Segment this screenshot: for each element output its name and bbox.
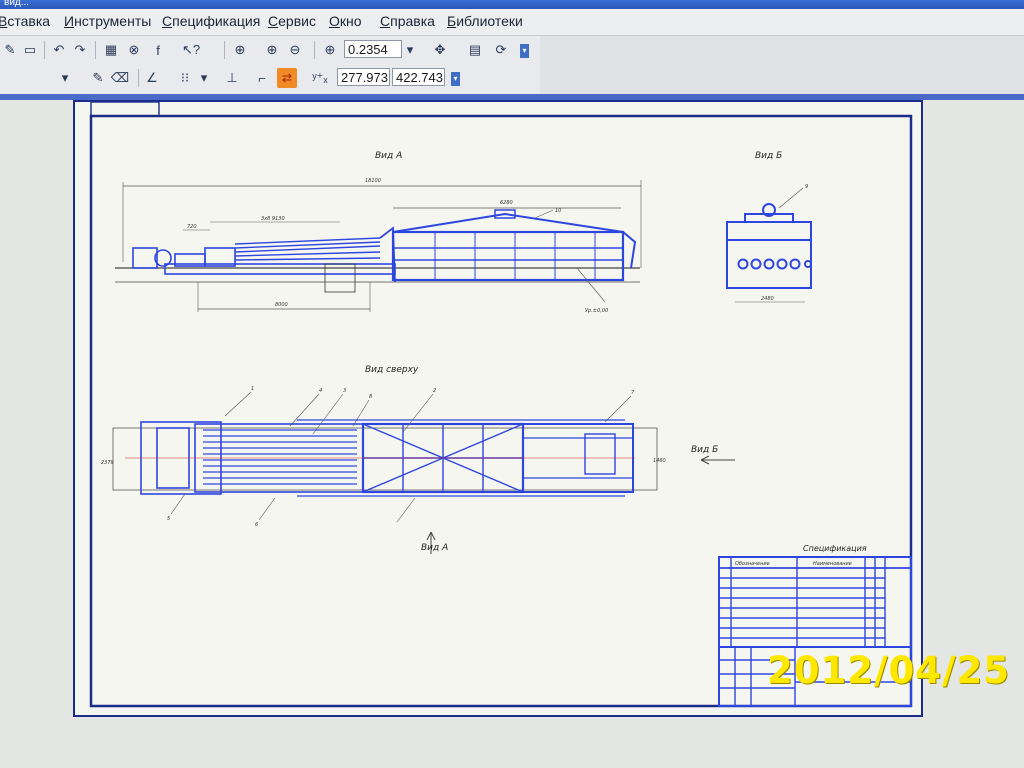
toolbar-separator xyxy=(224,41,225,59)
arrow-a-label: Вид А xyxy=(421,543,448,553)
menu-window[interactable]: Окно xyxy=(329,13,362,29)
coord-y-field[interactable]: 422.743 xyxy=(392,68,445,86)
dim-small: 720 xyxy=(187,224,197,230)
toolbar-separator xyxy=(138,69,139,87)
dim-right: 6280 xyxy=(500,200,513,206)
callout-1: 1 xyxy=(251,386,254,392)
callout-8: 8 xyxy=(369,394,372,400)
help-pointer-icon[interactable]: ↖? xyxy=(181,40,201,60)
menu-help[interactable]: Справка xyxy=(380,13,435,29)
document-icon[interactable]: ▭ xyxy=(20,40,40,60)
photo-date-stamp: 2012/04/25 xyxy=(767,649,1010,692)
dim-level: Ур.±0,00 xyxy=(585,308,608,314)
view-a-elevation xyxy=(115,180,642,312)
style-icon[interactable]: ✎ xyxy=(88,68,108,88)
callout-b: 9 xyxy=(805,184,808,190)
toolbar-separator xyxy=(44,41,45,59)
view-top-title: Вид сверху xyxy=(365,365,419,375)
menu-libraries[interactable]: Библиотеки xyxy=(447,13,523,29)
pan-icon[interactable]: ✥ xyxy=(430,40,450,60)
zoom-in-icon[interactable]: ⊕ xyxy=(262,40,282,60)
spec-col-designation: Обозначение xyxy=(735,561,770,567)
local-cs-icon[interactable]: ⊥ xyxy=(222,68,242,88)
grid-icon[interactable]: ⁝⁝ xyxy=(175,68,195,88)
callout-4: 4 xyxy=(319,388,322,394)
dim-b-width: 2480 xyxy=(761,296,774,302)
ortho-icon[interactable]: ⌐ xyxy=(252,68,272,88)
callout-3: 3 xyxy=(343,388,346,394)
eraser-icon[interactable]: ⌫ xyxy=(110,68,130,88)
window-title: вид... xyxy=(4,0,30,8)
callout-7: 7 xyxy=(631,390,635,396)
redraw-icon[interactable]: ⟳ xyxy=(491,40,511,60)
dim-total: 18100 xyxy=(365,178,381,184)
cursor-coords-icon: ʸ⁺ₓ xyxy=(312,70,328,85)
function-icon[interactable]: f xyxy=(148,40,168,60)
view-a-title: Вид А xyxy=(375,151,402,161)
dim-right-side: 1460 xyxy=(653,458,666,464)
grid-dropdown-icon[interactable]: ▾ xyxy=(198,68,210,88)
callout-6: 6 xyxy=(255,522,258,528)
toolbar-options-icon[interactable]: ▾ xyxy=(520,44,529,58)
snap-icon[interactable]: ∠ xyxy=(142,68,162,88)
zoom-scale-icon[interactable]: ⊕ xyxy=(320,40,340,60)
zoom-field[interactable]: 0.2354 xyxy=(344,40,402,58)
menu-insert[interactable]: Вставка xyxy=(0,13,50,29)
menu-service[interactable]: Сервис xyxy=(268,13,316,29)
dim-base: 8000 xyxy=(275,302,288,308)
top-left-stamp xyxy=(90,101,160,117)
spec-title: Спецификация xyxy=(803,544,867,553)
menu-tools[interactable]: Инструменты xyxy=(64,13,151,29)
spec-col-name: Наименование xyxy=(813,561,852,567)
view-b xyxy=(726,187,812,303)
zoom-out-icon[interactable]: ⊖ xyxy=(285,40,305,60)
current-state-toolbar: ▾ ✎ ⌫ ∠ ⁝⁝ ▾ ⊥ ⌐ ⇄ ʸ⁺ₓ 277.973 422.743 ▾ xyxy=(0,64,540,95)
toolbar-separator xyxy=(95,41,96,59)
view-b-title: Вид Б xyxy=(755,151,782,161)
dim-mid: 3x8 9130 xyxy=(261,216,285,222)
standard-toolbar: ✎ ▭ ↶ ↷ ▦ ⊗ f ↖? ⊕ ⊕ ⊖ ⊕ 0.2354 ▾ ✥ ▤ ⟳ … xyxy=(0,36,540,65)
plan-view xyxy=(112,391,735,554)
callout-10: 10 xyxy=(555,208,561,214)
zoom-dropdown-icon[interactable]: ▾ xyxy=(403,40,417,60)
refresh-icon[interactable]: ▤ xyxy=(465,40,485,60)
layer-dropdown-icon[interactable]: ▾ xyxy=(58,68,72,88)
drawing-svg: 18100 6280 720 3x8 9130 8000 Ур.±0,00 10… xyxy=(89,101,913,708)
toolbar-options-icon[interactable]: ▾ xyxy=(451,72,460,86)
drawing-sheet[interactable]: 18100 6280 720 3x8 9130 8000 Ур.±0,00 10… xyxy=(73,100,923,717)
toolbar-separator xyxy=(314,41,315,59)
window-titlebar: вид... xyxy=(0,0,1024,9)
arrow-b-label: Вид Б xyxy=(691,445,718,455)
snap-toggle-icon[interactable]: ⇄ xyxy=(277,68,297,88)
undo-icon[interactable]: ↶ xyxy=(49,40,69,60)
manager-icon[interactable]: ▦ xyxy=(101,40,121,60)
coord-x-field[interactable]: 277.973 xyxy=(337,68,390,86)
menu-bar: Вставка Инструменты Спецификация Сервис … xyxy=(0,9,1024,36)
zoom-window-icon[interactable]: ⊕ xyxy=(230,40,250,60)
callout-2: 2 xyxy=(433,388,436,394)
callout-5: 5 xyxy=(167,516,170,522)
redo-icon[interactable]: ↷ xyxy=(70,40,90,60)
dim-left-side: 2379 xyxy=(101,460,114,466)
menu-specification[interactable]: Спецификация xyxy=(162,13,260,29)
variables-icon[interactable]: ⊗ xyxy=(124,40,144,60)
draw-icon[interactable]: ✎ xyxy=(0,40,20,60)
